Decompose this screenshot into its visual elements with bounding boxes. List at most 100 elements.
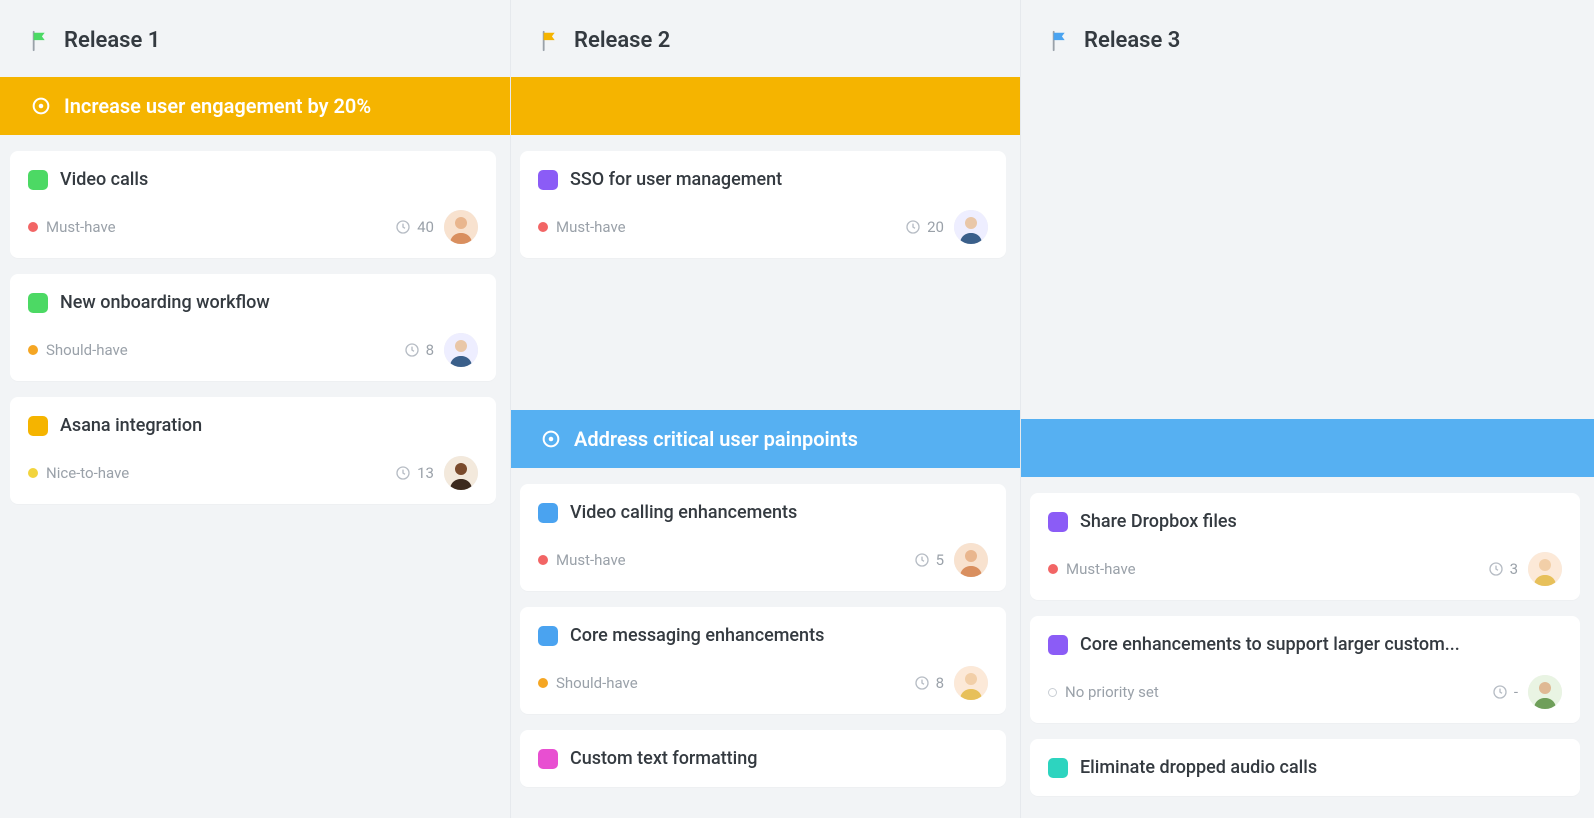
effort: 13	[395, 464, 434, 482]
priority-label: Must-have	[46, 218, 116, 236]
card-title: SSO for user management	[570, 169, 782, 190]
effort-value: -	[1514, 683, 1518, 701]
card-title: New onboarding workflow	[60, 292, 270, 313]
flag-icon	[30, 30, 52, 52]
tag-icon	[1048, 635, 1068, 655]
priority-label: Should-have	[556, 674, 638, 692]
card-title: Asana integration	[60, 415, 202, 436]
tag-icon	[538, 626, 558, 646]
column-release-3: Release 3 Share Dropbox files Must-have	[1020, 0, 1594, 818]
priority-dot-icon	[538, 555, 548, 565]
tag-icon	[1048, 758, 1068, 778]
clock-icon	[395, 219, 411, 235]
card[interactable]: Eliminate dropped audio calls	[1030, 739, 1580, 796]
effort-value: 40	[417, 218, 434, 236]
goal-bar-painpoints-continuation[interactable]	[1020, 419, 1594, 477]
card[interactable]: Video calls Must-have 40	[10, 151, 496, 258]
priority: Should-have	[538, 674, 914, 692]
priority: Nice-to-have	[28, 464, 395, 482]
effort: 3	[1488, 560, 1518, 578]
priority-dot-icon	[538, 678, 548, 688]
priority-label: Should-have	[46, 341, 128, 359]
tag-icon	[28, 416, 48, 436]
card[interactable]: New onboarding workflow Should-have 8	[10, 274, 496, 381]
tag-icon	[28, 293, 48, 313]
avatar[interactable]	[1528, 675, 1562, 709]
card[interactable]: Video calling enhancements Must-have 5	[520, 484, 1006, 591]
clock-icon	[914, 675, 930, 691]
effort: 8	[404, 341, 434, 359]
priority-label: No priority set	[1065, 683, 1159, 701]
column-title: Release 2	[574, 28, 670, 53]
priority-label: Must-have	[556, 218, 626, 236]
card[interactable]: Custom text formatting	[520, 730, 1006, 787]
priority-label: Must-have	[1066, 560, 1136, 578]
tag-icon	[538, 503, 558, 523]
card[interactable]: SSO for user management Must-have 20	[520, 151, 1006, 258]
goal-bar-engagement-continuation[interactable]	[510, 77, 1020, 135]
flag-icon	[1050, 30, 1072, 52]
avatar[interactable]	[444, 210, 478, 244]
clock-icon	[914, 552, 930, 568]
clock-icon	[905, 219, 921, 235]
column-title: Release 3	[1084, 28, 1180, 53]
effort: 8	[914, 674, 944, 692]
goal-bar-painpoints[interactable]: Address critical user painpoints	[510, 410, 1020, 468]
priority: Must-have	[28, 218, 395, 236]
avatar[interactable]	[444, 333, 478, 367]
card-title: Custom text formatting	[570, 748, 757, 769]
column-release-2: Release 2 SSO for user management Must-h…	[510, 0, 1020, 818]
effort-value: 3	[1510, 560, 1518, 578]
effort: -	[1492, 683, 1518, 701]
avatar[interactable]	[444, 456, 478, 490]
priority: Should-have	[28, 341, 404, 359]
priority-dot-icon	[1048, 688, 1057, 697]
effort: 20	[905, 218, 944, 236]
effort: 5	[914, 551, 944, 569]
priority-label: Must-have	[556, 551, 626, 569]
card-list: SSO for user management Must-have 20	[510, 135, 1020, 258]
priority: Must-have	[538, 218, 905, 236]
priority-dot-icon	[28, 222, 38, 232]
card[interactable]: Core messaging enhancements Should-have …	[520, 607, 1006, 714]
column-title: Release 1	[64, 28, 160, 53]
effort-value: 13	[417, 464, 434, 482]
avatar[interactable]	[954, 666, 988, 700]
card-list: Video calls Must-have 40	[0, 135, 510, 504]
card[interactable]: Share Dropbox files Must-have 3	[1030, 493, 1580, 600]
priority-label: Nice-to-have	[46, 464, 129, 482]
goal-title: Address critical user painpoints	[574, 427, 858, 451]
card-list: Video calling enhancements Must-have 5	[510, 468, 1020, 787]
target-icon	[540, 428, 562, 450]
priority: Must-have	[1048, 560, 1488, 578]
column-header[interactable]: Release 3	[1020, 0, 1594, 77]
board: Release 1 Increase user engagement by 20…	[0, 0, 1594, 818]
effort-value: 8	[936, 674, 944, 692]
avatar[interactable]	[1528, 552, 1562, 586]
effort-value: 8	[426, 341, 434, 359]
card[interactable]: Asana integration Nice-to-have 13	[10, 397, 496, 504]
clock-icon	[404, 342, 420, 358]
avatar[interactable]	[954, 210, 988, 244]
card-title: Core messaging enhancements	[570, 625, 824, 646]
flag-icon	[540, 30, 562, 52]
card[interactable]: Core enhancements to support larger cust…	[1030, 616, 1580, 723]
priority-dot-icon	[28, 468, 38, 478]
avatar[interactable]	[954, 543, 988, 577]
priority: Must-have	[538, 551, 914, 569]
goal-bar-engagement[interactable]: Increase user engagement by 20%	[0, 77, 510, 135]
card-title: Eliminate dropped audio calls	[1080, 757, 1317, 778]
priority-dot-icon	[28, 345, 38, 355]
column-header[interactable]: Release 2	[510, 0, 1020, 77]
tag-icon	[538, 749, 558, 769]
goal-title: Increase user engagement by 20%	[64, 94, 371, 118]
column-header[interactable]: Release 1	[0, 0, 510, 77]
column-release-1: Release 1 Increase user engagement by 20…	[0, 0, 510, 818]
priority-dot-icon	[1048, 564, 1058, 574]
card-list: Share Dropbox files Must-have 3	[1020, 477, 1594, 796]
priority-dot-icon	[538, 222, 548, 232]
target-icon	[30, 95, 52, 117]
tag-icon	[1048, 512, 1068, 532]
tag-icon	[538, 170, 558, 190]
effort-value: 5	[936, 551, 944, 569]
